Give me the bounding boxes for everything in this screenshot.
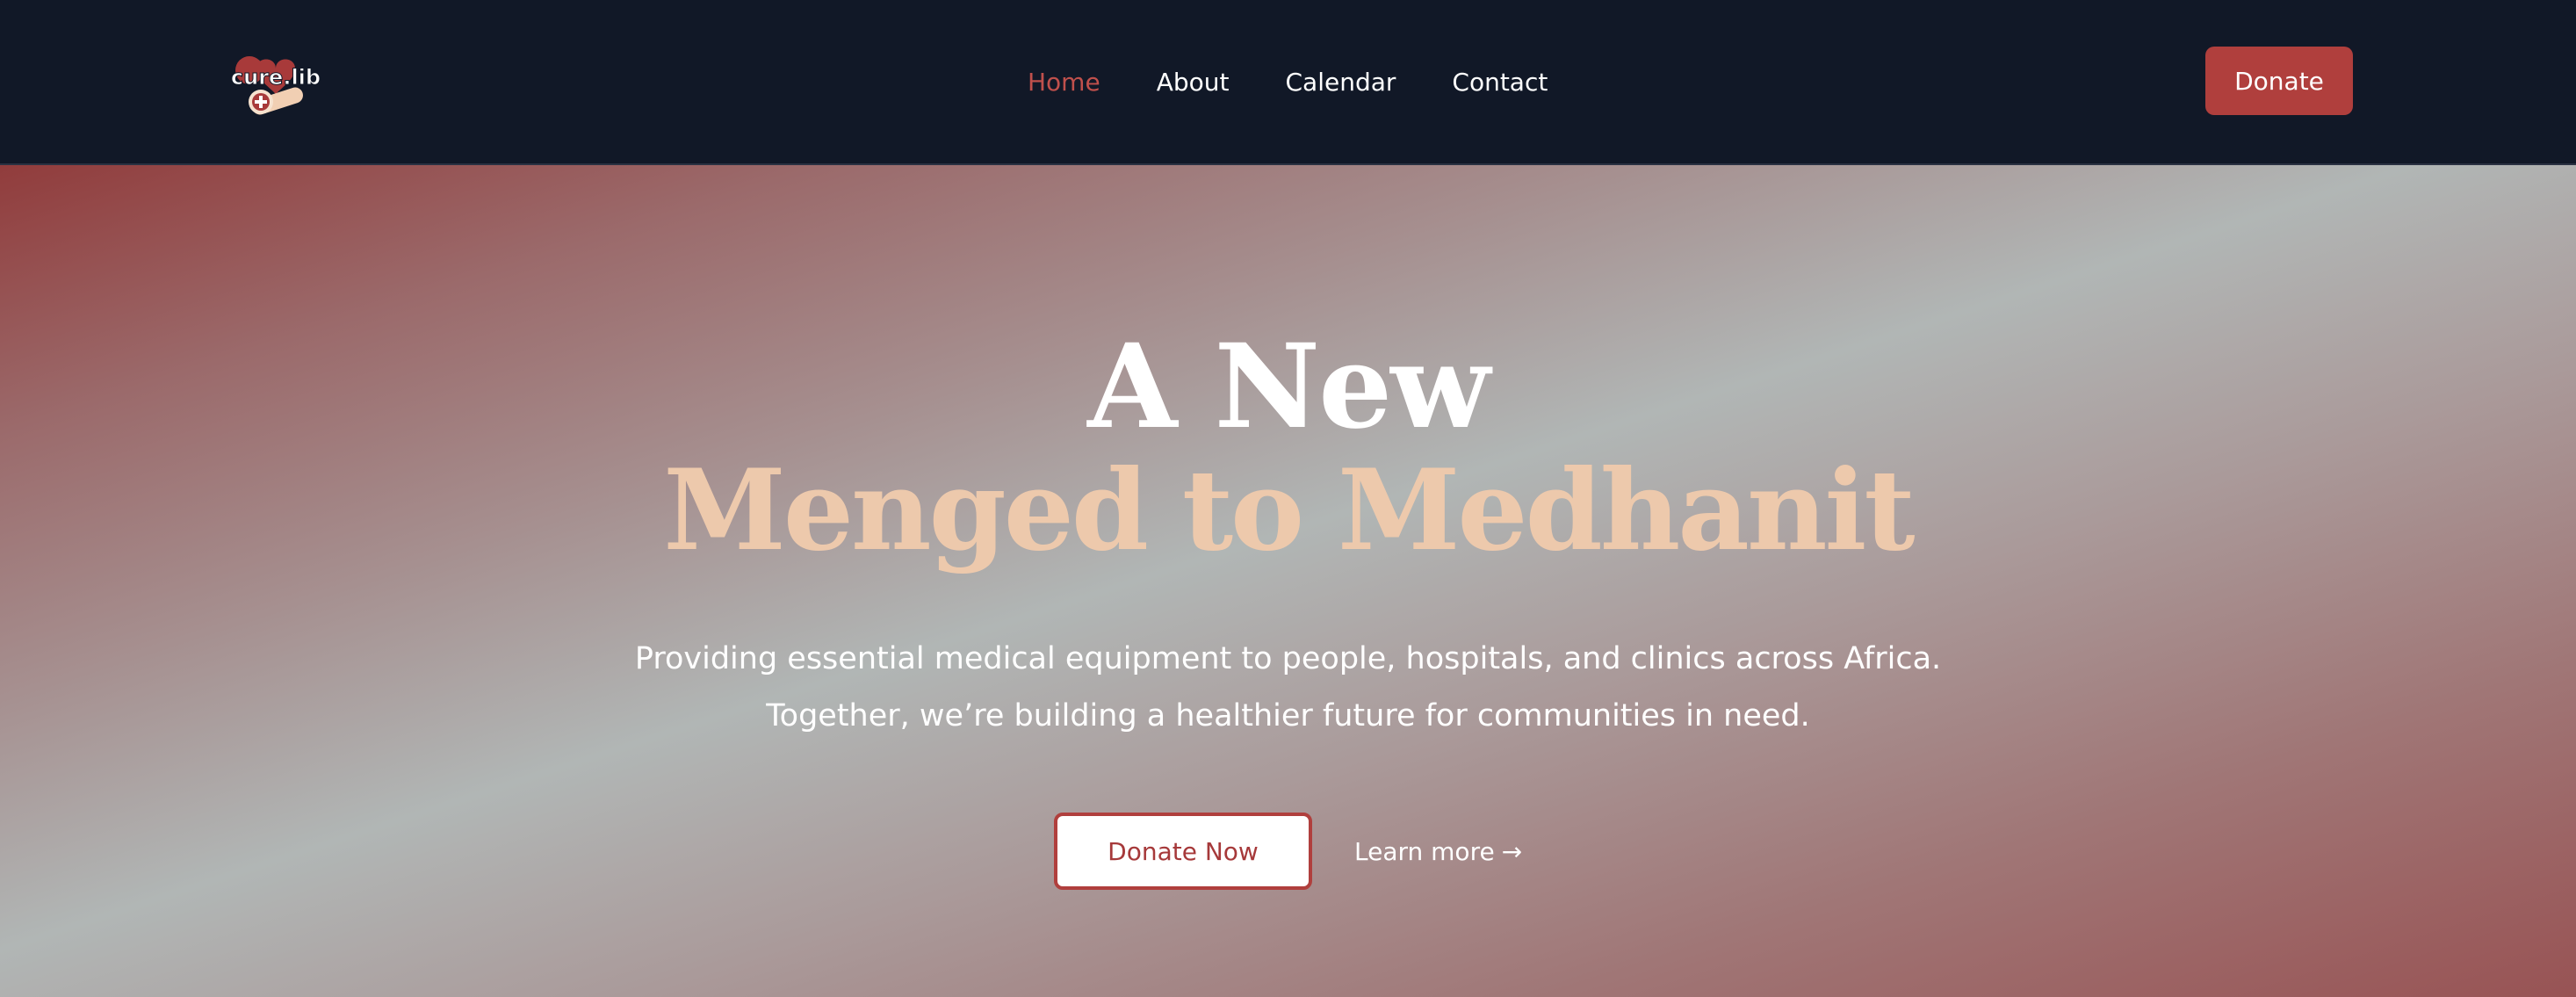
- main-nav: Home About Calendar Contact: [1028, 61, 1548, 102]
- arrow-right-icon: →: [1501, 836, 1523, 866]
- site-header: cure.lib Home About Calendar Contact Don…: [0, 0, 2576, 165]
- learn-more-label: Learn more: [1354, 836, 1495, 866]
- logo[interactable]: cure.lib: [230, 51, 321, 118]
- hero-subtitle-line2: Together, we’re building a healthier fut…: [766, 698, 1810, 733]
- hero-title-line2: Menged to Medhanit: [663, 445, 1915, 575]
- hero-subtitle-line1: Providing essential medical equipment to…: [634, 641, 1942, 676]
- nav-calendar[interactable]: Calendar: [1285, 68, 1396, 97]
- nav-about[interactable]: About: [1157, 68, 1230, 97]
- learn-more-link[interactable]: Learn more →: [1354, 837, 1522, 866]
- donate-button[interactable]: Donate: [2205, 47, 2353, 115]
- hero-title-line1: A New: [1087, 319, 1490, 455]
- hero-cta-row: Donate Now Learn more →: [1054, 813, 1522, 890]
- hero-section: A New Menged to Medhanit Providing essen…: [0, 165, 2576, 997]
- nav-home[interactable]: Home: [1028, 68, 1100, 97]
- nav-contact[interactable]: Contact: [1452, 68, 1548, 97]
- donate-now-button[interactable]: Donate Now: [1054, 813, 1312, 890]
- heart-logo-icon: cure.lib: [230, 56, 321, 115]
- svg-text:cure.lib: cure.lib: [231, 65, 321, 90]
- page: cure.lib Home About Calendar Contact Don…: [0, 0, 2576, 997]
- hero-subtitle: Providing essential medical equipment to…: [0, 631, 2576, 745]
